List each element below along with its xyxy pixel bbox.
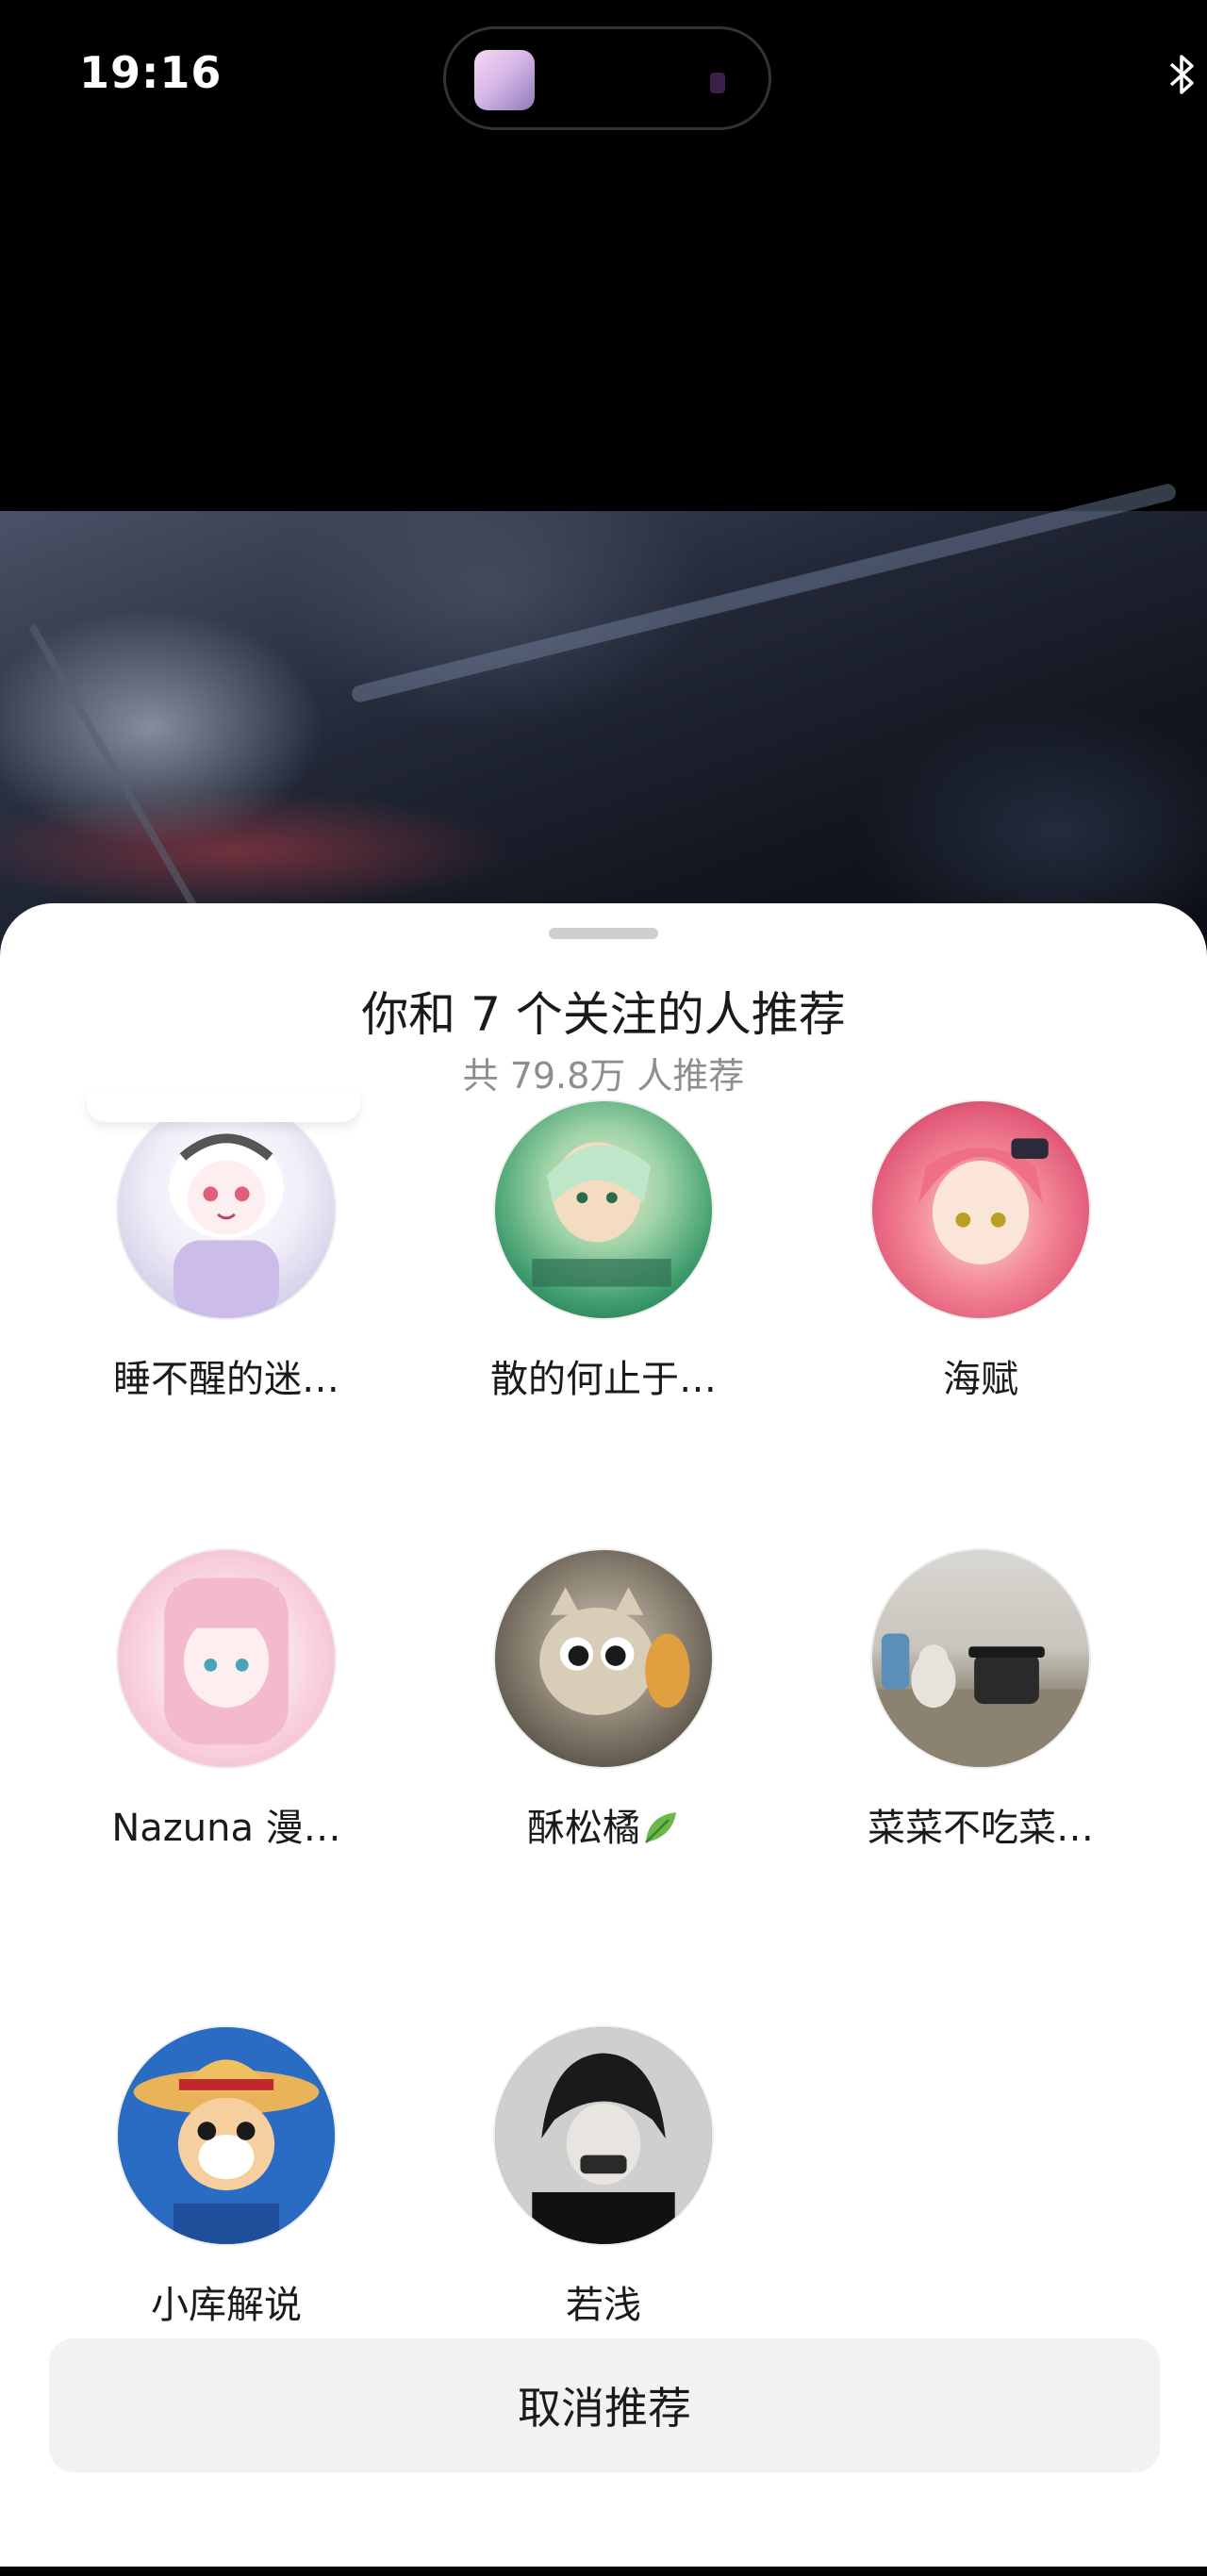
cancel-recommend-button[interactable]: 取消推荐 [49, 2338, 1160, 2472]
leaf-icon [645, 1812, 676, 1843]
status-time: 19:16 [79, 47, 223, 98]
anime-girl-avatar-art [918, 1138, 1049, 1264]
user-item[interactable]: 睡不醒的迷… [75, 1099, 377, 1403]
bluetooth-icon [1169, 55, 1194, 94]
user-name: 小库解说 [151, 2284, 302, 2327]
scroll-edge-shadow [87, 1090, 360, 1122]
user-name: 散的何止于… [490, 1358, 717, 1401]
user-name: 若浅 [566, 2284, 641, 2327]
drag-handle[interactable] [549, 928, 658, 939]
user-item[interactable]: 酥松橘 [453, 1548, 754, 1852]
user-item[interactable]: 菜菜不吃菜… [830, 1548, 1132, 1852]
avatar[interactable] [493, 1099, 714, 1320]
island-indicator [710, 73, 725, 93]
dynamic-island[interactable] [443, 26, 771, 130]
avatar[interactable] [870, 1099, 1091, 1320]
recommend-sheet: 你和 7 个关注的人推荐 共 79.8万 人推荐 睡不醒的迷… 散的何止于… 海… [0, 903, 1207, 2576]
user-name: 睡不醒的迷… [113, 1358, 339, 1401]
screen: 19:16 5G 4G 98 [0, 0, 1207, 2576]
straw-hat-character-avatar-art [118, 2027, 335, 2244]
avatar[interactable] [116, 2025, 337, 2246]
user-item[interactable]: 若浅 [453, 2025, 754, 2329]
avatar[interactable] [493, 1548, 714, 1769]
dark-anime-boy-avatar-art [495, 2027, 712, 2244]
avatar[interactable] [870, 1548, 1091, 1769]
video-background [0, 511, 1207, 964]
game-character-avatar-art [532, 1142, 671, 1287]
avatar[interactable] [116, 1548, 337, 1769]
avatar[interactable] [116, 1099, 337, 1320]
user-name: 酥松橘 [453, 1797, 754, 1852]
user-item[interactable]: Nazuna 漫… [75, 1548, 377, 1852]
anime-girl-avatar-art [169, 1133, 284, 1318]
user-name-text: 酥松橘 [527, 1807, 640, 1850]
user-name: Nazuna 漫… [111, 1807, 341, 1850]
now-playing-thumbnail [474, 50, 535, 110]
user-name: 海赋 [943, 1358, 1018, 1401]
avatar[interactable] [493, 2025, 714, 2246]
user-item[interactable]: 海赋 [830, 1099, 1132, 1403]
cartoon-cat-avatar-art [539, 1587, 690, 1715]
anime-girl-avatar-art [164, 1577, 289, 1745]
user-item[interactable]: 散的何止于… [453, 1099, 754, 1403]
bottom-edge [0, 2567, 1207, 2576]
cat-photo-avatar-art [872, 1633, 1089, 1767]
user-item[interactable]: 小库解说 [75, 2025, 377, 2329]
sheet-title: 你和 7 个关注的人推荐 [361, 987, 846, 1042]
user-name: 菜菜不吃菜… [868, 1807, 1094, 1850]
